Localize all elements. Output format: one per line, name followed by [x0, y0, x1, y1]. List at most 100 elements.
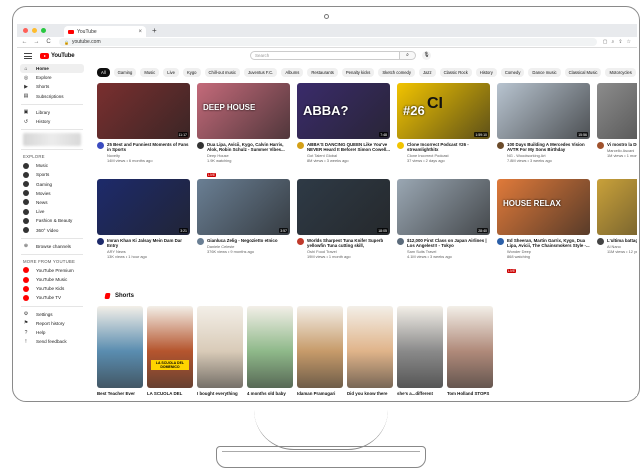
channel-avatar[interactable] — [597, 142, 604, 149]
sidebar-item-movies[interactable]: Movies — [17, 189, 87, 198]
chip-restaurants[interactable]: Restaurants — [307, 68, 338, 77]
channel-avatar[interactable] — [297, 142, 304, 149]
chip-all[interactable]: All — [97, 68, 110, 77]
video-thumbnail[interactable] — [597, 83, 637, 139]
search-input[interactable]: Search — [250, 51, 400, 60]
chip-gaming[interactable]: Gaming — [113, 68, 137, 77]
maximize-window-button[interactable] — [41, 28, 46, 33]
channel-avatar[interactable] — [397, 142, 404, 149]
video-card[interactable]: 11:17 25 Best and Funniest Moments of Fan… — [97, 83, 190, 179]
short-title[interactable]: Did you know there — [347, 391, 393, 396]
sidebar-item-settings[interactable]: ⚙ Settings — [17, 310, 87, 319]
short-title[interactable]: Tom Holland STOPS — [447, 391, 493, 396]
short-title[interactable]: she's a...different — [397, 391, 443, 396]
chip-albums[interactable]: Albums — [281, 68, 304, 77]
short-thumbnail[interactable]: LA SCUOLA DEL DOMENICO — [147, 306, 193, 388]
chip-sketch-comedy[interactable]: Sketch comedy — [378, 68, 415, 77]
sidebar-item-history[interactable]: ↺ History — [17, 117, 87, 126]
channel-avatar[interactable] — [297, 238, 304, 245]
video-card[interactable]: Vi mostro la Dubai le SPRUTTATAMarcello … — [597, 83, 637, 179]
sidebar-item-send-feedback[interactable]: ! Send feedback — [17, 337, 87, 346]
sidebar-item-youtube-premium[interactable]: YouTube Premium — [17, 266, 87, 275]
chip-juventus-f-c-[interactable]: Juventus F.C. — [243, 68, 278, 77]
short-card[interactable]: Tom Holland STOPS — [447, 306, 493, 396]
sidebar-item-youtube-tv[interactable]: YouTube TV — [17, 293, 87, 302]
video-card[interactable]: 3:57 Gianluca Zelig - Negozietto etnico Da… — [197, 179, 290, 275]
video-thumbnail[interactable]: #26 CI 1:59:10 — [397, 83, 490, 139]
channel-avatar[interactable] — [497, 142, 504, 149]
video-title[interactable]: 25 Best and Funniest Moments of Fans in … — [107, 142, 190, 152]
short-card[interactable]: she's a...different — [397, 306, 443, 396]
short-title[interactable]: 4 months old baby — [247, 391, 293, 396]
video-card[interactable]: L'ultima battaglia di (HD)Al Nano11M vie… — [597, 179, 637, 275]
video-title[interactable]: Gianluca Zelig - Negozietto etnico — [207, 238, 290, 243]
video-title[interactable]: L'ultima battaglia di (HD) — [607, 238, 637, 243]
video-title[interactable]: $12,000 First Class on Japan Airlines | … — [407, 238, 490, 248]
sidebar-item-explore[interactable]: ◎ Explore — [17, 73, 87, 82]
short-thumbnail[interactable] — [197, 306, 243, 388]
chip-kygo[interactable]: Kygo — [182, 68, 201, 77]
video-card[interactable]: 15:56 100 Days Building A Mercedes Vision… — [497, 83, 590, 179]
sidebar-item-home[interactable]: ⌂ Home — [20, 64, 84, 74]
video-thumbnail[interactable]: 15:56 — [497, 83, 590, 139]
video-title[interactable]: Dua Lipa, Avicii, Kygo, Calvin Harris, A… — [207, 142, 290, 152]
youtube-logo[interactable]: YouTube — [40, 53, 75, 59]
sidebar-item-360-video[interactable]: 360° Video — [17, 225, 87, 234]
extension-icon[interactable]: ▢ — [603, 39, 608, 45]
chip-motorcycles[interactable]: Motorcycles — [605, 68, 636, 77]
short-thumbnail[interactable] — [347, 306, 393, 388]
short-thumbnail[interactable] — [97, 306, 143, 388]
video-thumbnail[interactable] — [597, 179, 637, 235]
bookmark-star-icon[interactable]: ☆ — [627, 39, 631, 45]
video-title[interactable]: ABBA'S DANCING QUEEN Like You've NEVER H… — [307, 142, 390, 152]
short-card[interactable]: Best Teacher Ever — [97, 306, 143, 396]
short-card[interactable]: Idaman Pramugari — [297, 306, 343, 396]
sidebar-item-sports[interactable]: Sports — [17, 170, 87, 179]
chip-live[interactable]: Live — [163, 68, 179, 77]
video-title[interactable]: Ed Sheeran, Martin Garrix, Kygo, Dua Lip… — [507, 238, 590, 248]
channel-avatar[interactable] — [497, 238, 504, 245]
chip-classical-music[interactable]: Classical Music — [564, 68, 602, 77]
video-thumbnail[interactable]: 28:40 — [397, 179, 490, 235]
video-card[interactable]: HOUSE RELAX Ed Sheeran, Martin Garrix, Ky… — [497, 179, 590, 275]
sidebar-item-youtube-kids[interactable]: YouTube Kids — [17, 284, 87, 293]
search-icon[interactable]: ⌕ — [400, 51, 416, 60]
chip-music[interactable]: Music — [140, 68, 160, 77]
video-thumbnail[interactable]: DEEP HOUSE — [197, 83, 290, 139]
short-title[interactable]: I bought everything — [197, 391, 243, 396]
channel-avatar[interactable] — [97, 142, 104, 149]
sidebar-item-news[interactable]: News — [17, 198, 87, 207]
minimize-window-button[interactable] — [32, 28, 37, 33]
short-thumbnail[interactable] — [397, 306, 443, 388]
channel-avatar[interactable] — [197, 238, 204, 245]
sidebar-item-library[interactable]: ▣ Library — [17, 108, 87, 117]
sidebar-item-shorts[interactable]: ▶ Shorts — [17, 82, 87, 91]
sidebar-item-music[interactable]: Music — [17, 161, 87, 170]
video-thumbnail[interactable]: 11:17 — [97, 83, 190, 139]
video-card[interactable]: #26 CI 1:59:10 Clone Incorrect Podcast #26 … — [397, 83, 490, 179]
short-title[interactable]: Idaman Pramugari — [297, 391, 343, 396]
channel-avatar[interactable] — [597, 238, 604, 245]
video-title[interactable]: Worlds Sharpest Tuna Knife! Superb yello… — [307, 238, 390, 248]
chip-jazz[interactable]: Jazz — [418, 68, 436, 77]
browser-tab[interactable]: YouTube × — [64, 26, 146, 37]
short-thumbnail[interactable] — [297, 306, 343, 388]
sidebar-item-gaming[interactable]: Gaming — [17, 180, 87, 189]
chip-comedy[interactable]: Comedy — [500, 68, 525, 77]
short-card[interactable]: 4 months old baby — [247, 306, 293, 396]
mic-icon[interactable]: 🎙 — [422, 51, 431, 60]
video-title[interactable]: Vi mostro la Dubai le SPRUTTATA — [607, 142, 637, 147]
sidebar-item-subscriptions[interactable]: ▤ Subscriptions — [17, 92, 87, 101]
zoom-icon[interactable]: ⌕ — [612, 39, 615, 45]
forward-button[interactable]: → — [32, 39, 41, 45]
back-button[interactable]: ← — [20, 39, 29, 45]
video-title[interactable]: Clone Incorrect Podcast #26 - streamligh… — [407, 142, 490, 152]
chip-classic-rock[interactable]: Classic Rock — [439, 68, 472, 77]
video-thumbnail[interactable]: 3:21 — [97, 179, 190, 235]
chip-penalty-kicks[interactable]: Penalty kicks — [341, 68, 375, 77]
video-title[interactable]: 100 Days Building A Mercedes Vision AVTR… — [507, 142, 590, 152]
video-card[interactable]: 3:21 Imran Khan Ki Jalsay Mein Dam Dar En… — [97, 179, 190, 275]
video-thumbnail[interactable]: 3:57 — [197, 179, 290, 235]
new-tab-button[interactable]: + — [152, 26, 157, 35]
reload-button[interactable]: C — [44, 39, 53, 45]
